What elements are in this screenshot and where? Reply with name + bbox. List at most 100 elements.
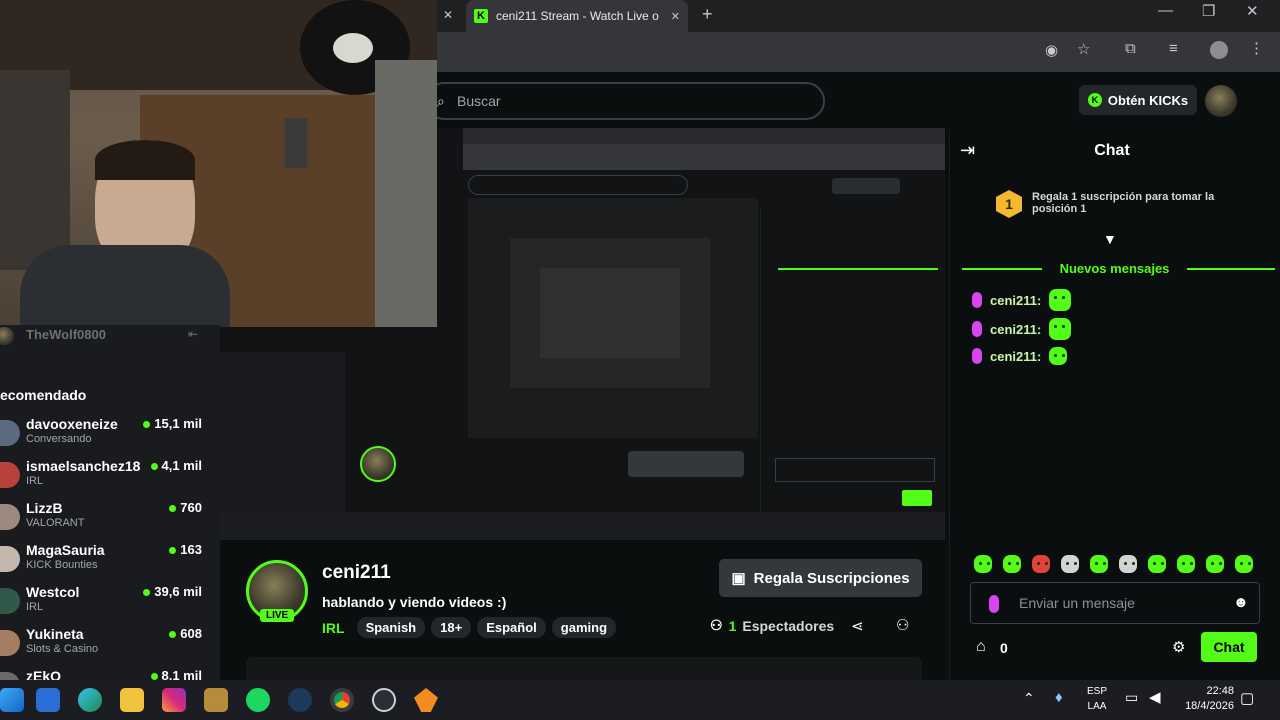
store-icon[interactable]: ⌂ [976,638,986,656]
recommended-channel[interactable]: ismaelsanchez18 IRL 4,1 mil [0,456,220,496]
viewer-count: 608 [169,626,202,641]
browser-tab[interactable]: K ceni211 Stream - Watch Live o ✕ [466,0,688,32]
avatar [0,546,20,572]
viewer-count-value: 39,6 mil [154,584,202,599]
channel-category: IRL [26,601,44,613]
emote-icon[interactable] [1206,555,1224,573]
scroll-down-icon[interactable]: ▼ [1103,231,1117,247]
emote-icon[interactable] [1119,555,1137,573]
game-launcher-icon[interactable] [204,688,228,712]
chat-message-input[interactable]: Enviar un mensaje ☻ [970,582,1260,624]
streamer-name[interactable]: ceni211 [322,562,391,584]
browser-menu-icon[interactable]: ⋮ [1249,39,1264,57]
gift-subscriptions-button[interactable]: ▣ Regala Suscripciones [719,559,922,597]
new-messages-label: Nuevos mensajes [1059,261,1170,276]
viewer-info: ⚇ 1 Espectadores [710,617,834,634]
channel-name: zEkO [26,668,62,680]
live-dot-icon [150,673,158,680]
stream-tag[interactable]: Spanish [356,617,426,638]
close-tab-icon[interactable]: ✕ [671,10,680,23]
viewer-count-value: 15,1 mil [154,416,202,431]
new-messages-divider: Nuevos mensajes [962,261,1275,276]
channel-category: KICK Bounties [26,559,98,571]
chat-settings-icon[interactable]: ⚙ [1172,638,1185,656]
recommended-channel[interactable]: davooxeneize Conversando 15,1 mil [0,414,220,454]
language-indicator[interactable]: ESP LAA [1087,684,1107,714]
live-dot-icon [150,463,158,471]
close-tab-icon[interactable]: ✕ [443,8,453,22]
volume-icon[interactable]: ◀ [1149,688,1161,706]
fl-studio-icon[interactable] [414,688,438,712]
chat-username[interactable]: ceni211: [990,349,1041,364]
tab-title: ceni211 Stream - Watch Live o [496,9,659,23]
windows-taskbar: ⌃ ♦ ESP LAA ▭ ◀ 22:48 18/4/2026 ▢ [0,680,1280,720]
show-hidden-icons-icon[interactable]: ⌃ [1023,690,1035,707]
emote-icon[interactable] [1032,555,1050,573]
collapse-sidebar-icon[interactable]: ⇤ [188,327,198,341]
recommended-sidebar: TheWolf0800 ⇤ ecomendado davooxeneize Co… [0,325,220,680]
network-icon[interactable]: ▭ [1125,689,1138,706]
microphone-tray-icon[interactable]: ♦ [1055,689,1063,706]
viewers-label: Espectadores [742,617,835,634]
emote-icon[interactable] [1003,555,1021,573]
chat-send-button[interactable]: Chat [1201,632,1257,662]
gift-banner-text[interactable]: Regala 1 suscripción para tomar la posic… [1032,191,1252,215]
steam-icon[interactable] [288,688,312,712]
live-dot-icon [169,505,177,513]
media-control-icon[interactable]: ≡ [1169,40,1178,57]
viewer-count-value: 163 [180,542,202,557]
kick-emote-icon [1049,347,1068,365]
emote-icon[interactable] [974,555,992,573]
chrome-icon[interactable] [330,688,354,712]
emote-icon[interactable] [1235,555,1253,573]
notifications-icon[interactable]: ▢ [1240,689,1254,707]
webcam-overlay [0,0,437,327]
emote-icon[interactable] [1177,555,1195,573]
profile-avatar-icon[interactable] [1210,41,1228,59]
chat-username[interactable]: ceni211: [990,293,1041,308]
clock-date: 18/4/2026 [1185,700,1234,712]
minimize-window-icon[interactable]: — [1158,2,1173,19]
close-window-icon[interactable]: ✕ [1246,2,1259,20]
windows-start-icon[interactable] [0,688,24,712]
extensions-icon[interactable]: ⧉ [1125,40,1136,57]
recommended-channel[interactable]: Westcol IRL 39,6 mil [0,582,220,622]
stream-tag[interactable]: Español [477,617,546,638]
eye-off-icon[interactable]: ◉ [1045,41,1058,59]
get-kicks-button[interactable]: K Obtén KICKs [1079,85,1197,115]
clock[interactable]: 22:48 18/4/2026 [1178,684,1234,714]
language-bottom: LAA [1087,701,1107,712]
recommended-channel[interactable]: MagaSauria KICK Bounties 163 [0,540,220,580]
store-app-icon[interactable] [36,688,60,712]
follow-user-icon[interactable]: ⚇ [896,616,909,634]
emote-icon[interactable] [1061,555,1079,573]
microphone-badge-icon [989,595,999,613]
top-user-row[interactable]: TheWolf0800 ⇤ [0,325,220,347]
instagram-icon[interactable] [162,688,186,712]
stream-tag[interactable]: gaming [551,617,617,638]
edge-browser-icon[interactable] [78,688,102,712]
new-tab-button[interactable]: + [702,4,713,25]
avatar [0,327,14,345]
maximize-window-icon[interactable]: ❐ [1202,2,1215,20]
share-icon[interactable]: ⋖ [851,617,864,635]
kick-emote-icon [1049,318,1072,340]
obs-icon[interactable] [372,688,396,712]
recommended-channel[interactable]: zEkO 8,1 mil [0,666,220,680]
channel-name: davooxeneize [26,416,118,432]
bookmark-star-icon[interactable]: ☆ [1077,40,1090,58]
emote-icon[interactable] [1090,555,1108,573]
channel-name: MagaSauria [26,542,105,558]
recommended-channel[interactable]: Yukineta Slots & Casino 608 [0,624,220,664]
spotify-icon[interactable] [246,688,270,712]
search-input[interactable]: ⌕ Buscar [425,82,825,120]
emote-icon[interactable] [1148,555,1166,573]
file-explorer-icon[interactable] [120,688,144,712]
viewers-count: 1 [728,617,737,634]
user-avatar[interactable] [1205,85,1237,117]
recommended-channel[interactable]: LizzB VALORANT 760 [0,498,220,538]
emoji-picker-icon[interactable]: ☻ [1233,594,1249,611]
stream-category[interactable]: IRL [322,620,345,636]
chat-username[interactable]: ceni211: [990,322,1041,337]
stream-tag[interactable]: 18+ [431,617,472,638]
